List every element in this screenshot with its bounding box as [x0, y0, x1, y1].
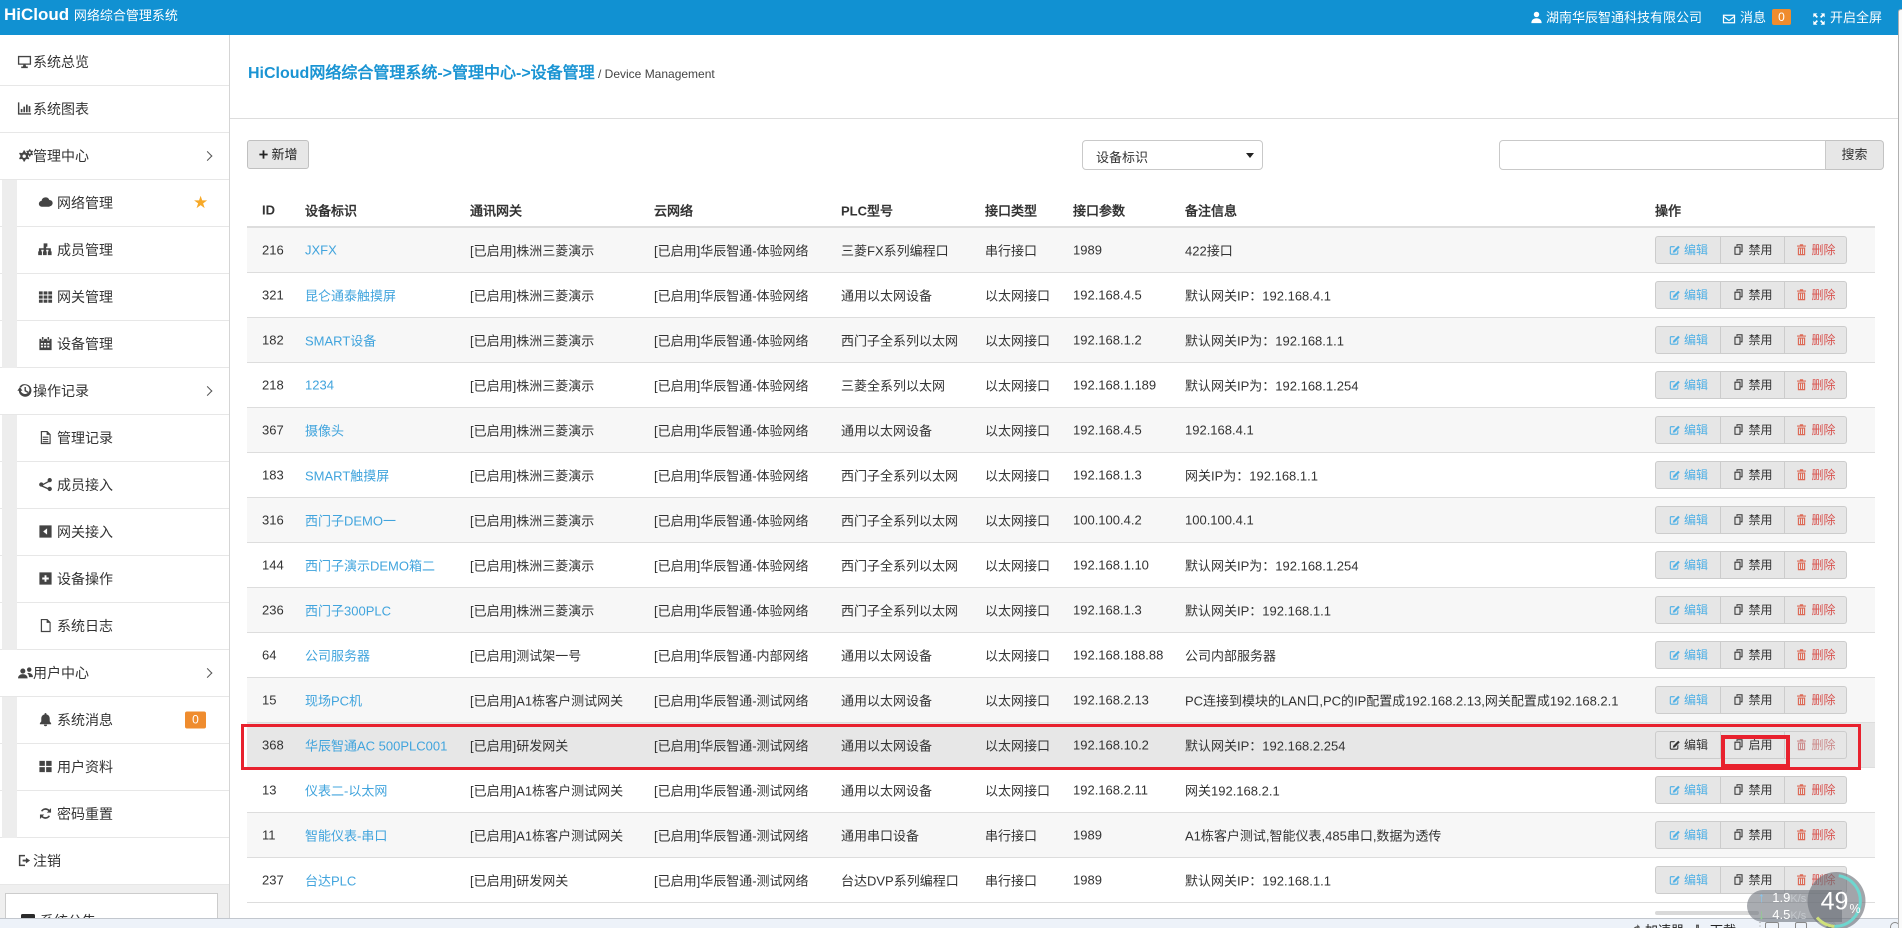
svg-text:%: %	[1850, 902, 1861, 916]
svg-text:49: 49	[1821, 888, 1849, 916]
